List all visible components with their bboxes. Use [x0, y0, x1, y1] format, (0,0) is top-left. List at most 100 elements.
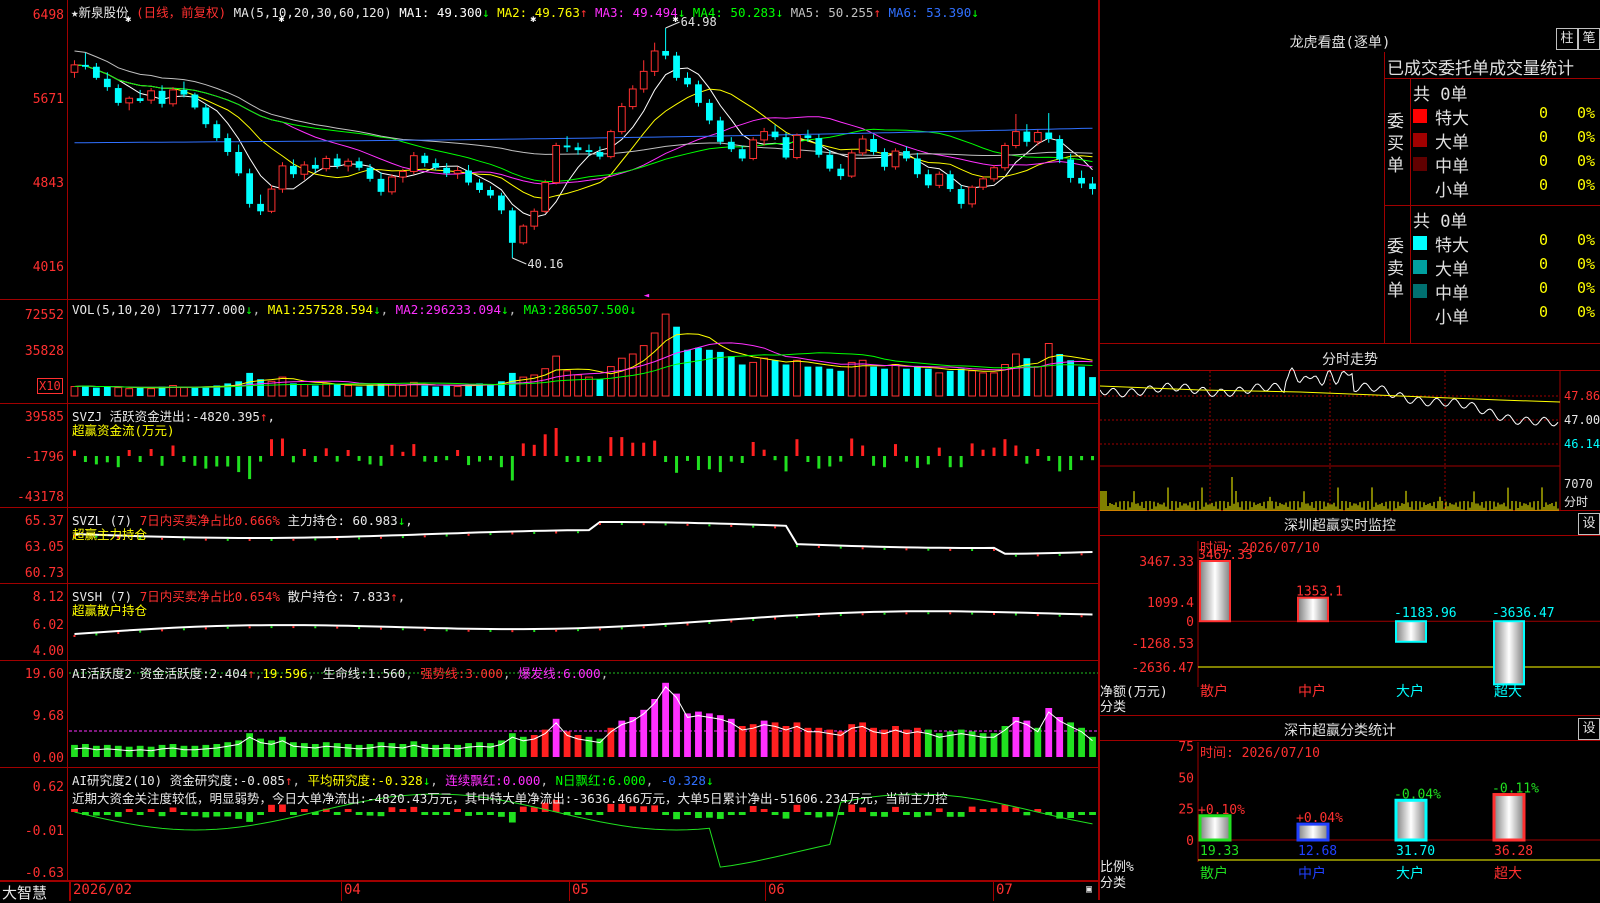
volume-bar[interactable] [366, 385, 374, 397]
flow-bar[interactable] [992, 447, 996, 456]
activity-bar[interactable] [213, 744, 221, 757]
research-bar[interactable] [476, 812, 483, 815]
volume-bar[interactable] [1044, 343, 1053, 397]
candle[interactable] [913, 158, 921, 175]
flow-bar[interactable] [609, 437, 613, 456]
candle[interactable] [246, 173, 254, 204]
svzj-pane[interactable]: 39585 -1796 -43178 SVZJ 活跃资金进出:-4820.395… [0, 404, 1098, 508]
activity-bar[interactable] [279, 736, 286, 757]
research-bar[interactable] [399, 809, 407, 812]
price-pane[interactable]: 6498 5671 4843 4016 64.98 40.16 ✱ ✱ ✱ ✱ ◄ ★新泉股… [0, 0, 1098, 300]
volume-bar[interactable] [639, 345, 648, 397]
candle[interactable] [771, 131, 779, 138]
flow-bar[interactable] [116, 456, 120, 468]
research-bar[interactable] [979, 809, 987, 812]
volume-bar[interactable] [180, 387, 188, 397]
activity-bar[interactable] [136, 745, 144, 757]
flow-bar[interactable] [565, 456, 569, 462]
flow-bar[interactable] [204, 456, 208, 469]
research-bar[interactable] [191, 812, 199, 817]
activity-bar[interactable] [684, 713, 691, 757]
flow-bar[interactable] [324, 448, 328, 456]
flow-bar[interactable] [346, 450, 350, 456]
flow-bar[interactable] [488, 456, 492, 461]
flow-bar[interactable] [138, 456, 142, 462]
research-bar[interactable] [432, 812, 440, 815]
candle[interactable] [70, 64, 79, 73]
volume-bar[interactable] [355, 386, 363, 396]
flow-bar[interactable] [872, 456, 876, 466]
research-bar[interactable] [1012, 807, 1020, 813]
candle[interactable] [793, 134, 801, 159]
volume-bar[interactable] [70, 386, 79, 397]
research-bar[interactable] [421, 812, 429, 815]
research-bar[interactable] [508, 812, 516, 823]
candle[interactable] [815, 138, 823, 155]
research-bar[interactable] [125, 809, 133, 812]
flow-bar[interactable] [554, 428, 558, 456]
volume-bar[interactable] [421, 385, 429, 397]
flow-bar[interactable] [83, 456, 87, 462]
volume-bar[interactable] [804, 366, 812, 396]
activity-bar[interactable] [103, 744, 111, 757]
flow-bar[interactable] [685, 456, 689, 461]
sz-monitor-bar[interactable] [1297, 596, 1329, 623]
volume-pane[interactable]: 72552 35828 X10 VOL(5,10,20) 177177.000↓… [0, 300, 1098, 404]
flow-bar[interactable] [1069, 456, 1073, 470]
flow-bar[interactable] [467, 456, 471, 466]
flow-bar[interactable] [291, 456, 295, 463]
volume-bar[interactable] [596, 379, 604, 396]
volume-bar[interactable] [1078, 366, 1085, 396]
volume-bar[interactable] [1012, 353, 1020, 397]
candle[interactable] [300, 164, 309, 175]
candle[interactable] [103, 78, 111, 88]
activity-bar[interactable] [82, 744, 89, 757]
research-bar[interactable] [935, 808, 943, 812]
activity-bar[interactable] [180, 745, 188, 757]
candle[interactable] [1033, 132, 1042, 143]
candle[interactable] [639, 70, 648, 90]
research-bar[interactable] [968, 806, 976, 812]
candle[interactable] [409, 155, 418, 172]
research-bar[interactable] [640, 806, 648, 812]
research-bar[interactable] [913, 812, 921, 818]
research-bar[interactable] [826, 812, 834, 817]
volume-bar[interactable] [136, 387, 144, 396]
flow-bar[interactable] [959, 456, 963, 468]
research-bar[interactable] [585, 812, 593, 815]
flow-bar[interactable] [828, 456, 832, 467]
research-bar[interactable] [410, 806, 418, 812]
volume-bar[interactable] [333, 384, 341, 396]
candle[interactable] [1023, 131, 1031, 142]
activity-bar[interactable] [662, 682, 669, 757]
volume-bar[interactable] [224, 383, 232, 396]
candle[interactable] [606, 131, 615, 158]
activity-bar[interactable] [454, 744, 462, 757]
flow-bar[interactable] [105, 456, 109, 463]
activity-bar[interactable] [355, 744, 363, 757]
flow-bar[interactable] [149, 449, 153, 456]
research-bar[interactable] [290, 812, 297, 815]
research-bar[interactable] [892, 806, 899, 812]
svzl-pane[interactable]: 65.37 63.05 60.73 SVZL (7) 7日内买卖净占比0.666… [0, 508, 1098, 584]
candle[interactable] [990, 167, 998, 180]
research-bar[interactable] [574, 812, 582, 815]
sz-class-panel[interactable]: 深市超赢分类统计 设 时间: 2026/07/10 75 50 25 0 +0.10% 1… [1100, 716, 1600, 900]
research-bar[interactable] [596, 812, 604, 815]
research-bar[interactable] [990, 808, 998, 812]
volume-bar[interactable] [563, 370, 571, 397]
volume-bar[interactable] [705, 349, 713, 396]
research-bar[interactable] [881, 812, 888, 817]
research-bar[interactable] [147, 809, 155, 812]
research-bar[interactable] [870, 812, 877, 817]
candle[interactable] [114, 88, 122, 103]
research-bar[interactable] [684, 812, 691, 815]
activity-bar[interactable] [268, 740, 275, 757]
candle[interactable] [92, 66, 100, 78]
activity-bar[interactable] [782, 726, 790, 757]
candle[interactable] [235, 151, 243, 174]
research-bar[interactable] [465, 812, 472, 816]
flow-bar[interactable] [707, 456, 711, 470]
research-bar[interactable] [344, 809, 352, 812]
flow-bar[interactable] [598, 456, 602, 462]
